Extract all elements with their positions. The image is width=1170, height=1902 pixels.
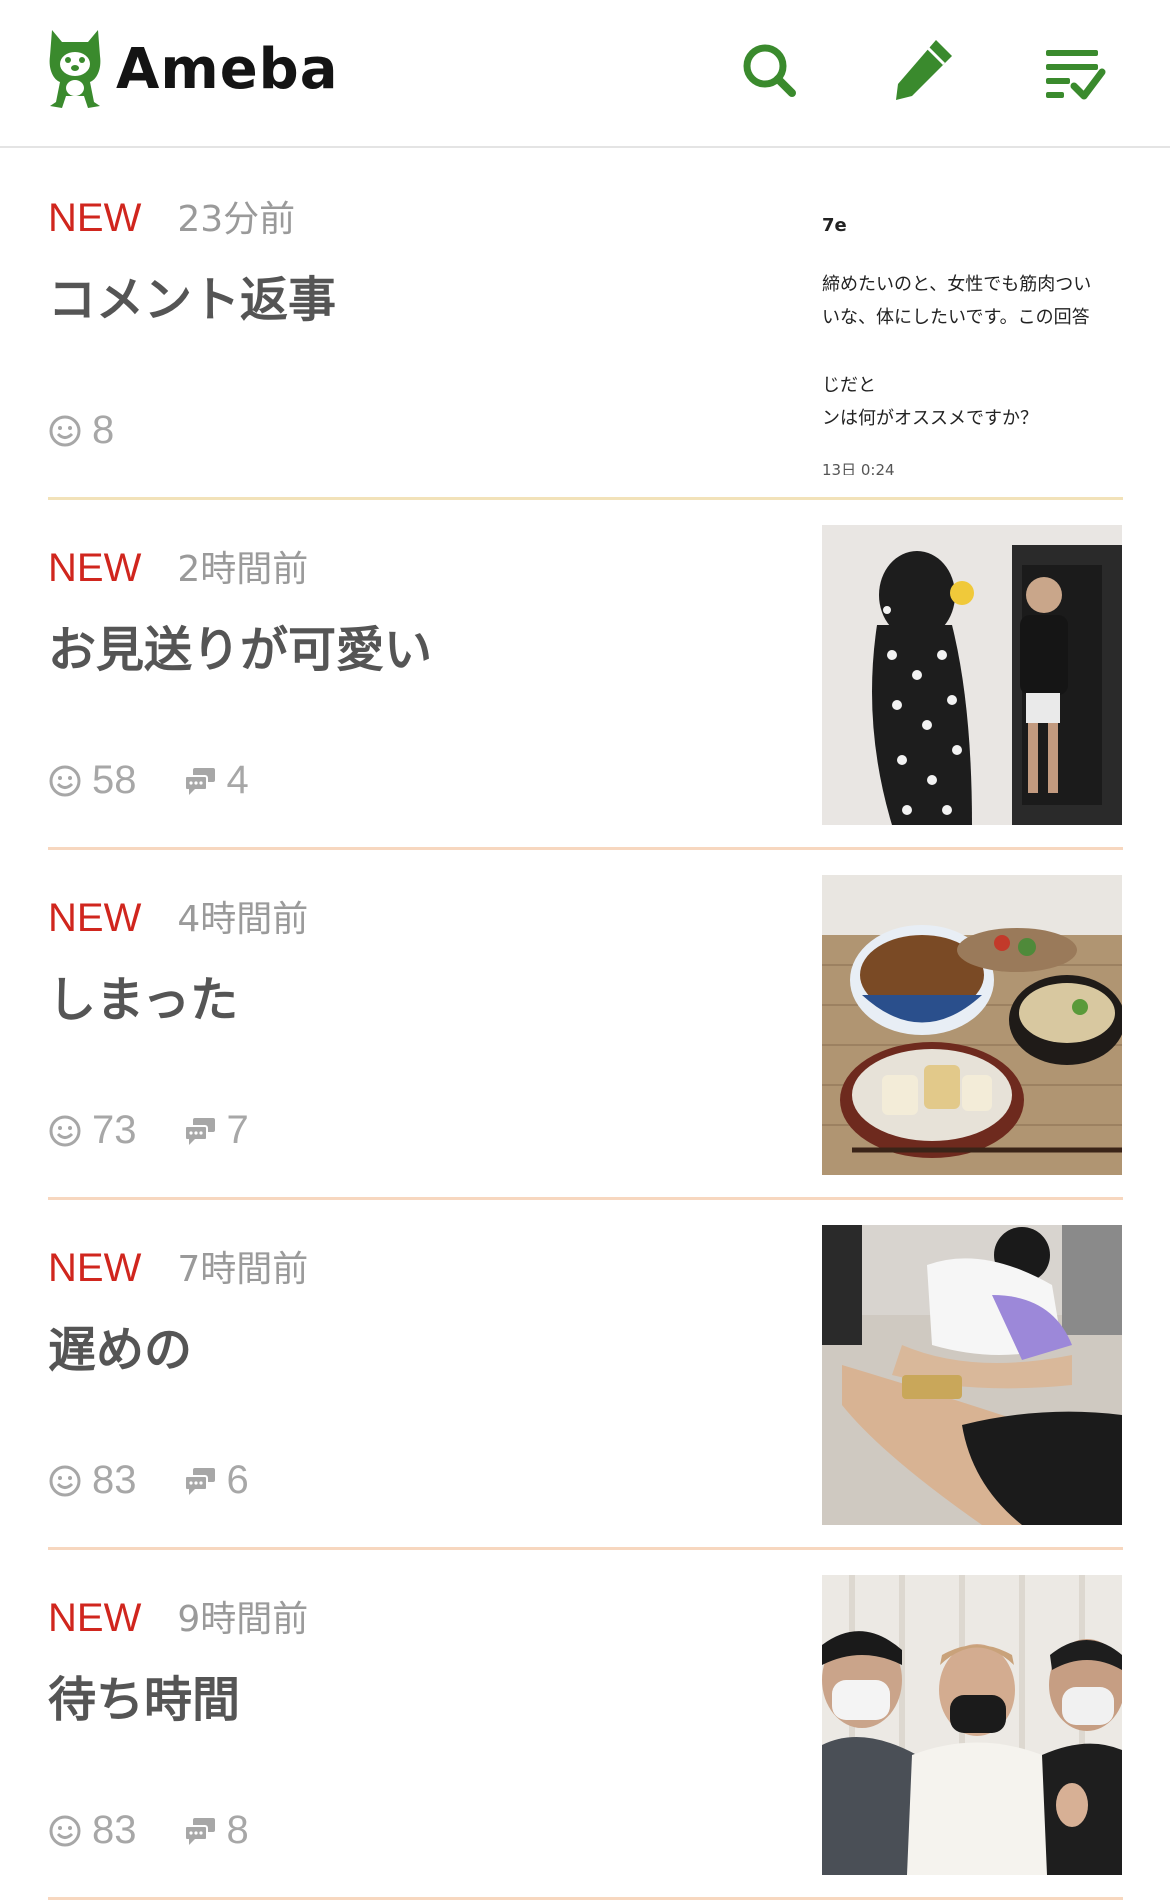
- new-badge: NEW: [48, 1246, 142, 1290]
- photo-people-on-floor: [822, 1225, 1122, 1525]
- like-count: 73: [92, 1108, 137, 1152]
- entry-meta: NEW 23分前: [48, 190, 295, 242]
- entry-thumbnail[interactable]: [822, 1575, 1122, 1875]
- thumb-text-line: 7e: [822, 215, 847, 236]
- smiley-icon: [49, 1115, 81, 1146]
- comment-count: 8: [226, 1808, 249, 1852]
- entry-stats: 73 7: [48, 1108, 295, 1153]
- comment-bubbles-icon: [183, 767, 215, 795]
- entry-time: 2時間前: [177, 549, 309, 590]
- entry-thumbnail[interactable]: [822, 875, 1122, 1175]
- comment-bubbles-icon: [183, 1817, 215, 1845]
- logo-text: Ameba: [116, 36, 339, 102]
- comment-count: 6: [226, 1458, 249, 1502]
- blog-entry[interactable]: NEW 23分前 コメント返事 8 7e 締めたいのと、女性でも筋肉つい いな、…: [48, 150, 1123, 500]
- write-post-button[interactable]: [888, 36, 958, 106]
- comment-stat: 8: [183, 1808, 249, 1853]
- entry-stats: 58 4: [48, 758, 295, 803]
- like-stat: 8: [48, 408, 114, 453]
- smiley-icon: [49, 765, 81, 796]
- new-badge: NEW: [48, 1596, 142, 1640]
- smiley-icon: [49, 415, 81, 446]
- search-icon: [743, 44, 796, 97]
- blog-entry[interactable]: NEW 4時間前 しまった 73 7: [48, 850, 1123, 1200]
- photo-two-people-doorway: [822, 525, 1122, 825]
- ameba-mascot-icon: [49, 30, 101, 108]
- like-count: 8: [92, 408, 115, 452]
- like-count: 58: [92, 758, 137, 802]
- entry-title[interactable]: 遅めの: [48, 1310, 192, 1380]
- comment-bubbles-icon: [183, 1467, 215, 1495]
- like-stat: 83: [48, 1458, 137, 1503]
- entry-meta: NEW 2時間前: [48, 540, 308, 592]
- entry-time: 9時間前: [177, 1599, 309, 1640]
- like-stat: 58: [48, 758, 137, 803]
- comment-bubbles-icon: [183, 1117, 215, 1145]
- thumb-text-line: いな、体にしたいです。この回答: [822, 307, 1090, 328]
- search-button[interactable]: [735, 36, 805, 106]
- thumb-text-line: 締めたいのと、女性でも筋肉つい: [822, 274, 1092, 295]
- entry-meta: NEW 7時間前: [48, 1240, 308, 1292]
- smiley-icon: [49, 1815, 81, 1846]
- entry-stats: 8: [48, 408, 160, 453]
- reading-list-button[interactable]: [1040, 36, 1110, 106]
- checklist-icon: [1046, 50, 1106, 100]
- new-badge: NEW: [48, 546, 142, 590]
- entry-time: 23分前: [177, 199, 296, 240]
- entry-thumbnail[interactable]: 7e 締めたいのと、女性でも筋肉つい いな、体にしたいです。この回答 じだと ン…: [822, 175, 1122, 475]
- photo-meal-on-table: [822, 875, 1122, 1175]
- new-badge: NEW: [48, 896, 142, 940]
- entry-title[interactable]: しまった: [48, 960, 238, 1030]
- photo-three-men-masks: [822, 1575, 1122, 1875]
- entry-title[interactable]: 待ち時間: [48, 1660, 240, 1730]
- new-badge: NEW: [48, 196, 142, 240]
- comment-count: 4: [226, 758, 249, 802]
- pencil-icon: [896, 40, 952, 100]
- entry-title[interactable]: お見送りが可愛い: [48, 610, 432, 680]
- comment-stat: 4: [183, 758, 249, 803]
- smiley-icon: [49, 1465, 81, 1496]
- thumb-text-line: ンは何がオススメですか？: [822, 408, 1038, 429]
- entry-stats: 83 8: [48, 1808, 295, 1853]
- entry-time: 7時間前: [177, 1249, 309, 1290]
- like-stat: 83: [48, 1808, 137, 1853]
- app-header: Ameba: [0, 0, 1170, 148]
- blog-entry[interactable]: NEW 7時間前 遅めの 83 6: [48, 1200, 1123, 1550]
- thumb-text-line: じだと: [822, 375, 876, 396]
- comment-count: 7: [226, 1108, 249, 1152]
- entry-thumbnail[interactable]: [822, 1225, 1122, 1525]
- entry-time: 4時間前: [177, 899, 309, 940]
- entry-divider: [48, 1897, 1123, 1900]
- thumb-date: 13日 0:24: [822, 461, 895, 475]
- entry-meta: NEW 9時間前: [48, 1590, 308, 1642]
- like-stat: 73: [48, 1108, 137, 1153]
- ameba-logo[interactable]: Ameba: [44, 24, 339, 114]
- entry-title[interactable]: コメント返事: [48, 260, 336, 330]
- entry-meta: NEW 4時間前: [48, 890, 308, 942]
- like-count: 83: [92, 1458, 137, 1502]
- blog-entry[interactable]: NEW 2時間前 お見送りが可愛い 58 4: [48, 500, 1123, 850]
- entry-thumbnail[interactable]: [822, 525, 1122, 825]
- entry-stats: 83 6: [48, 1458, 295, 1503]
- comment-stat: 6: [183, 1458, 249, 1503]
- like-count: 83: [92, 1808, 137, 1852]
- blog-entry[interactable]: NEW 9時間前 待ち時間 83 8: [48, 1550, 1123, 1900]
- comment-stat: 7: [183, 1108, 249, 1153]
